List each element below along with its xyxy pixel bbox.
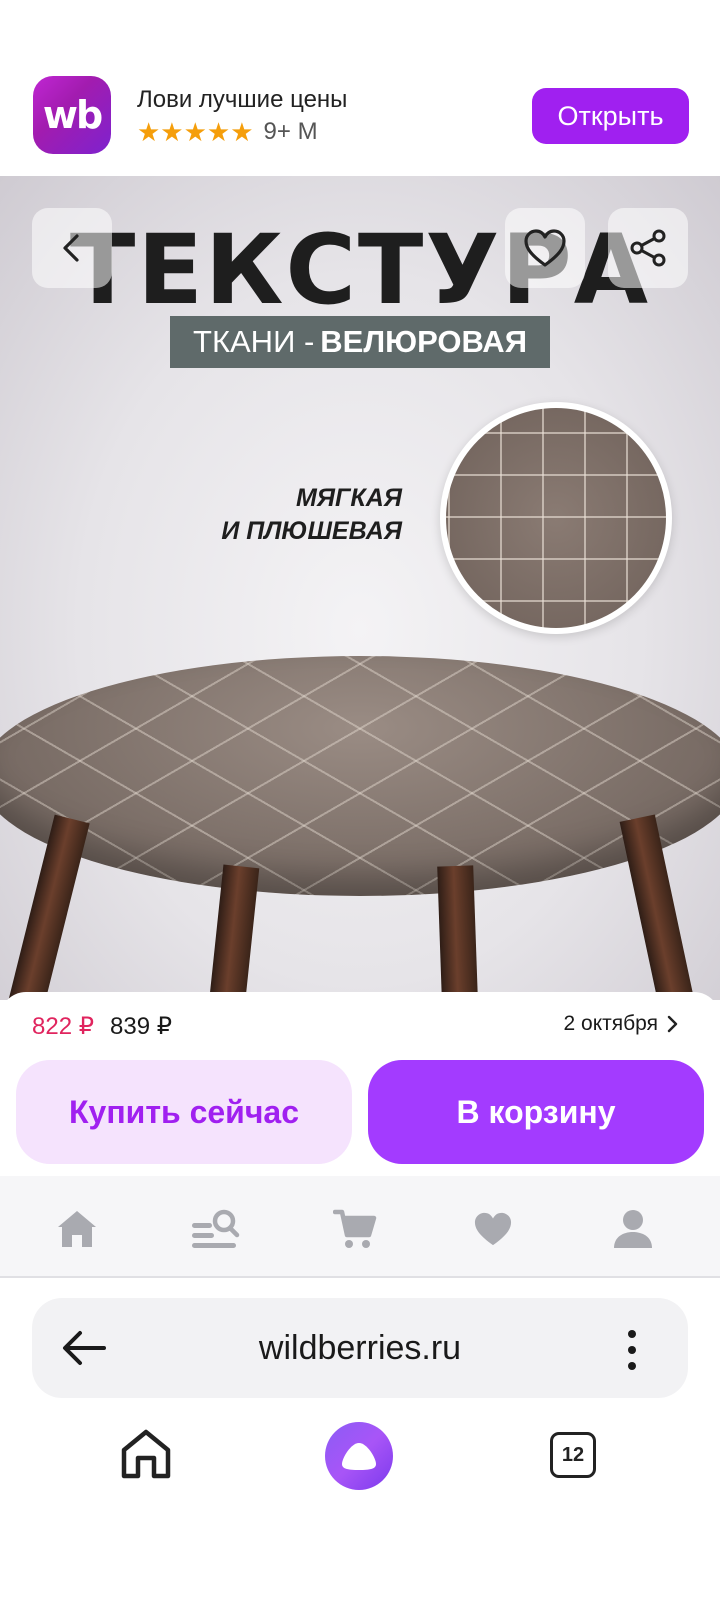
nav-catalog-search[interactable] bbox=[190, 1204, 240, 1254]
nav-cart[interactable] bbox=[330, 1204, 380, 1254]
nav-home[interactable] bbox=[52, 1204, 102, 1254]
more-vertical-icon[interactable] bbox=[622, 1328, 642, 1372]
buy-now-button[interactable]: Купить сейчас bbox=[16, 1060, 352, 1164]
cart-icon bbox=[333, 1209, 377, 1248]
banner-rating: ★★★★★ 9+ M bbox=[137, 118, 318, 146]
heart-icon bbox=[524, 229, 566, 267]
back-button[interactable] bbox=[32, 208, 112, 288]
search-catalog-icon bbox=[192, 1209, 240, 1248]
chevron-left-icon bbox=[63, 234, 79, 262]
profile-icon bbox=[614, 1210, 652, 1248]
rating-stars-icon: ★★★★★ bbox=[137, 117, 254, 147]
arrow-left-icon[interactable] bbox=[60, 1326, 108, 1370]
delivery-date-link[interactable]: 2 октября bbox=[564, 1012, 678, 1036]
heart-icon bbox=[474, 1212, 512, 1246]
alice-assistant-button[interactable] bbox=[325, 1422, 393, 1490]
alice-icon bbox=[342, 1443, 376, 1470]
stool-leg bbox=[437, 865, 479, 1000]
product-image[interactable]: ТЕКСТУРА ТКАНИ - ВЕЛЮРОВАЯ МЯГКАЯ И ПЛЮШ… bbox=[0, 176, 720, 1000]
browser-bottom-bar: 12 bbox=[0, 1410, 720, 1510]
price-panel: 822 ₽ 839 ₽ 2 октября Купить сейчас В ко… bbox=[0, 992, 720, 1176]
tabs-icon[interactable]: 12 bbox=[550, 1432, 596, 1478]
fabric-swatch bbox=[440, 402, 672, 634]
banner-title: Лови лучшие цены bbox=[137, 86, 348, 113]
add-to-cart-button[interactable]: В корзину bbox=[368, 1060, 704, 1164]
subhead-bold: ВЕЛЮРОВАЯ bbox=[320, 324, 527, 359]
stool-leg bbox=[6, 814, 90, 1000]
site-bottom-nav bbox=[0, 1176, 720, 1278]
home-icon bbox=[58, 1211, 96, 1247]
delivery-date: 2 октября bbox=[563, 1012, 658, 1035]
feature-line-1: МЯГКАЯ bbox=[295, 484, 402, 512]
image-subhead: ТКАНИ - ВЕЛЮРОВАЯ bbox=[170, 316, 550, 368]
open-app-button[interactable]: Открыть bbox=[532, 88, 689, 144]
chevron-right-icon bbox=[667, 1015, 678, 1033]
stool-leg bbox=[619, 814, 697, 1000]
url-text[interactable]: wildberries.ru bbox=[32, 1298, 688, 1398]
download-count: 9+ M bbox=[263, 118, 318, 145]
nav-profile[interactable] bbox=[608, 1204, 658, 1254]
home-icon[interactable] bbox=[118, 1426, 174, 1482]
share-button[interactable] bbox=[608, 208, 688, 288]
image-feature-text: МЯГКАЯ И ПЛЮШЕВАЯ bbox=[221, 482, 402, 548]
favorite-button[interactable] bbox=[505, 208, 585, 288]
subhead-light: ТКАНИ - bbox=[193, 324, 315, 359]
app-install-banner: wb Лови лучшие цены ★★★★★ 9+ M Открыть bbox=[0, 60, 720, 176]
share-icon bbox=[630, 229, 666, 267]
old-price: 839 ₽ bbox=[110, 1013, 172, 1040]
stool-seat-illustration bbox=[0, 656, 720, 896]
browser-address-bar[interactable]: wildberries.ru bbox=[32, 1298, 688, 1398]
feature-line-2: И ПЛЮШЕВАЯ bbox=[221, 517, 402, 545]
current-price: 822 ₽ bbox=[32, 1013, 94, 1040]
wildberries-logo: wb bbox=[33, 76, 111, 154]
nav-favorites[interactable] bbox=[468, 1204, 518, 1254]
